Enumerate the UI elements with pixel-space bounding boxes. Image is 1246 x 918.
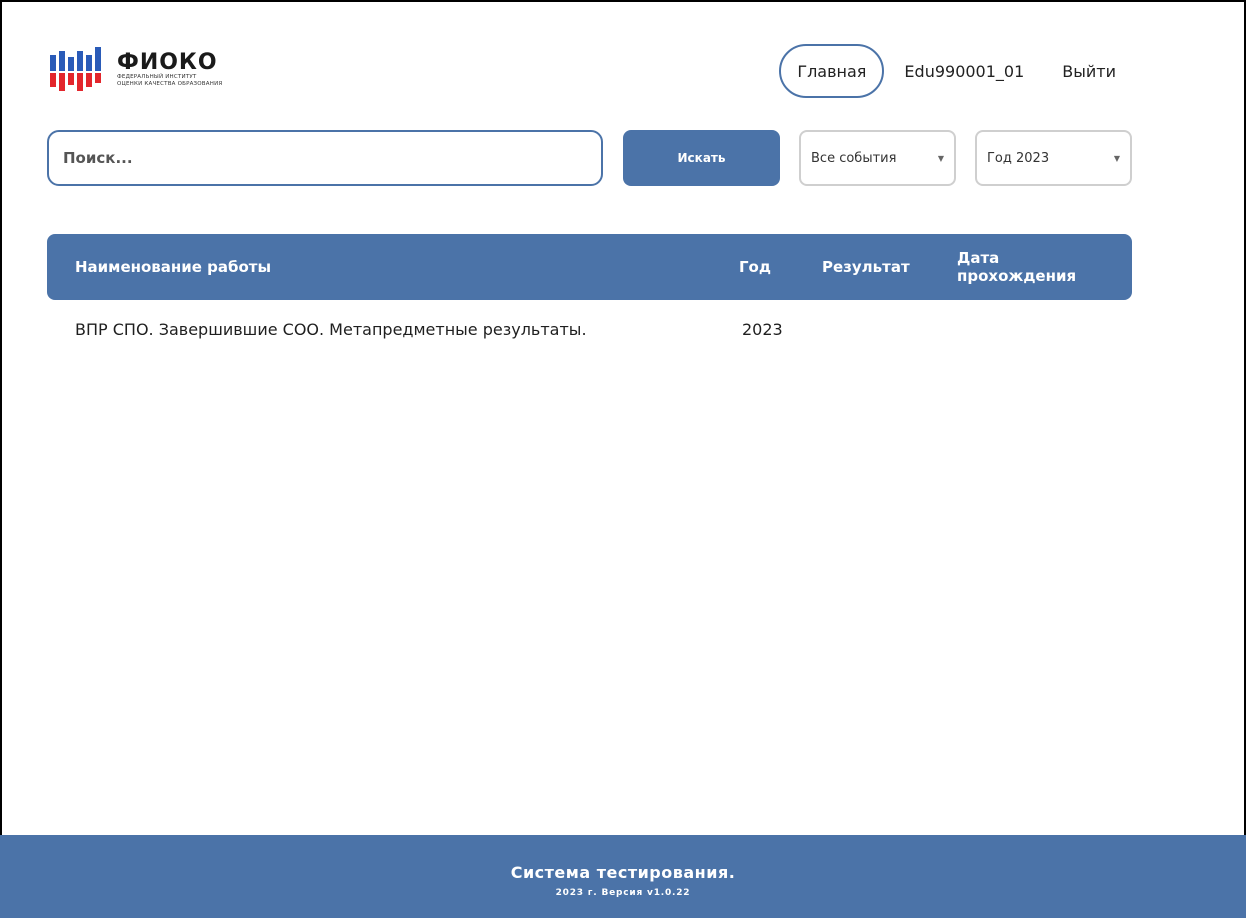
brand-subtitle-line1: ФЕДЕРАЛЬНЫЙ ИНСТИТУТ <box>117 74 197 80</box>
footer: Система тестирования. 2023 г. Версия v1.… <box>0 835 1246 918</box>
footer-version: 2023 г. Версия v1.0.22 <box>555 888 691 898</box>
search-input[interactable] <box>47 130 603 186</box>
events-filter-value: Все события <box>811 150 897 166</box>
year-filter-value: Год 2023 <box>987 150 1050 166</box>
footer-title: Система тестирования. <box>510 863 736 882</box>
chevron-down-icon: ▼ <box>937 153 944 163</box>
brand-logo[interactable]: ФИОКО ФЕДЕРАЛЬНЫЙ ИНСТИТУТ ОЦЕНКИ КАЧЕСТ… <box>50 47 222 93</box>
column-header-date-line2: прохождения <box>957 267 1077 285</box>
column-header-date: Дата прохождения <box>957 234 1107 300</box>
events-filter-select[interactable]: Все события ▼ <box>799 130 956 186</box>
brand-subtitle-line2: ОЦЕНКИ КАЧЕСТВА ОБРАЗОВАНИЯ <box>117 81 223 87</box>
year-filter-select[interactable]: Год 2023 ▼ <box>975 130 1132 186</box>
column-header-name: Наименование работы <box>75 258 272 276</box>
column-header-result: Результат <box>822 258 910 276</box>
column-header-year: Год <box>739 258 771 276</box>
cell-year: 2023 <box>742 319 783 339</box>
table-header: Наименование работы Год Результат Дата п… <box>47 234 1132 300</box>
brand-title: ФИОКО <box>117 50 218 75</box>
nav-user-link[interactable]: Edu990001_01 <box>904 62 1024 81</box>
nav-home-link[interactable]: Главная <box>779 44 885 98</box>
column-header-date-line1: Дата <box>957 249 1000 267</box>
top-nav: Главная Edu990001_01 Выйти <box>779 44 1116 98</box>
nav-logout-link[interactable]: Выйти <box>1062 62 1116 81</box>
fioko-logo-icon <box>50 47 101 91</box>
chevron-down-icon: ▼ <box>1113 153 1120 163</box>
table-row[interactable]: ВПР СПО. Завершившие СОО. Метапредметные… <box>47 306 1132 352</box>
brand-text: ФИОКО ФЕДЕРАЛЬНЫЙ ИНСТИТУТ ОЦЕНКИ КАЧЕСТ… <box>117 52 222 88</box>
cell-name[interactable]: ВПР СПО. Завершившие СОО. Метапредметные… <box>75 306 587 352</box>
search-button[interactable]: Искать <box>623 130 780 186</box>
